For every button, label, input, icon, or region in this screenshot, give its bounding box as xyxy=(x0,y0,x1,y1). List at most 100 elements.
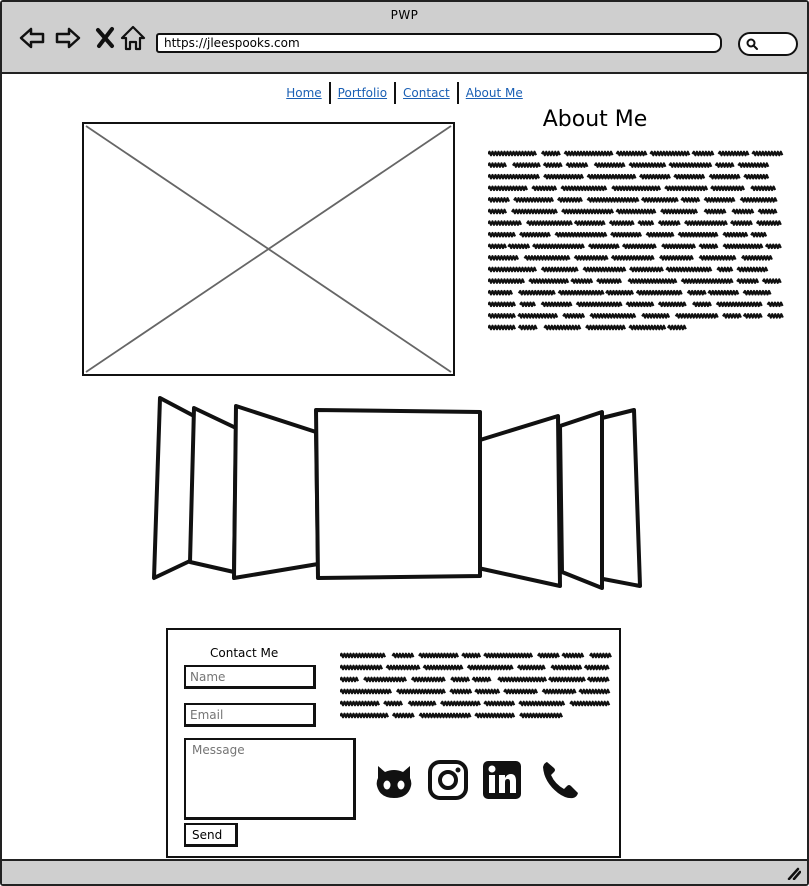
carousel-slide[interactable] xyxy=(232,404,320,580)
scribble-word xyxy=(661,243,697,250)
scribble-word xyxy=(518,231,551,238)
scribble-word xyxy=(391,652,415,659)
scribble-word xyxy=(573,255,609,261)
scribble-word xyxy=(750,185,777,192)
scribble-word xyxy=(645,231,675,238)
image-placeholder-icon xyxy=(85,125,452,373)
scribble-word xyxy=(589,313,637,319)
scribble-word xyxy=(488,197,511,203)
scribble-word xyxy=(547,676,586,683)
browser-toolbar: PWP https://jleespooks.com xyxy=(2,2,807,74)
scribble-word xyxy=(519,301,537,308)
scribble-word xyxy=(340,688,393,695)
scribble-word xyxy=(677,231,719,238)
linkedin-icon[interactable] xyxy=(480,758,524,802)
scribble-word xyxy=(703,208,727,215)
scribble-word xyxy=(707,289,740,296)
nav-link-about-me[interactable]: About Me xyxy=(459,83,530,103)
scribble-word xyxy=(556,197,583,203)
scribble-word xyxy=(641,313,671,319)
scribble-word xyxy=(588,652,612,659)
scribble-word xyxy=(488,162,508,168)
scribble-word xyxy=(422,664,464,671)
resize-grip-icon[interactable] xyxy=(785,866,801,880)
scribble-word xyxy=(474,712,516,719)
scribble-word xyxy=(621,243,657,250)
carousel-slide[interactable] xyxy=(558,410,604,590)
scribble-word xyxy=(395,688,446,695)
scribble-word xyxy=(525,220,573,226)
scribble-word xyxy=(611,185,662,192)
close-icon[interactable] xyxy=(92,24,120,52)
scribble-word xyxy=(573,220,606,226)
browser-search-box[interactable] xyxy=(738,32,798,56)
url-bar[interactable]: https://jleespooks.com xyxy=(156,33,722,53)
instagram-icon[interactable] xyxy=(426,758,470,802)
scribble-word xyxy=(703,197,736,203)
phone-icon[interactable] xyxy=(538,758,582,802)
scribble-word xyxy=(691,150,715,157)
scribble-word xyxy=(536,652,560,659)
scribble-word xyxy=(751,150,784,157)
message-field[interactable] xyxy=(184,738,356,820)
about-text-placeholder xyxy=(488,150,784,331)
scribble-word xyxy=(755,220,782,226)
scribble-word xyxy=(516,664,546,671)
scribble-word xyxy=(666,324,687,331)
scribble-word xyxy=(488,313,517,319)
send-button[interactable]: Send xyxy=(184,823,238,847)
scribble-word xyxy=(540,301,573,308)
about-heading: About Me xyxy=(542,107,648,132)
scribble-word xyxy=(736,266,769,273)
nav-link-portfolio[interactable]: Portfolio xyxy=(331,83,394,103)
scribble-word xyxy=(578,688,611,695)
scribble-word xyxy=(488,243,508,250)
scribble-word xyxy=(668,162,713,168)
name-field[interactable] xyxy=(184,665,316,689)
scribble-word xyxy=(766,313,784,319)
scribble-word xyxy=(507,243,531,250)
scribble-word xyxy=(742,313,763,319)
scribble-word xyxy=(729,220,753,226)
scribble-word xyxy=(385,664,421,671)
portfolio-carousel[interactable] xyxy=(142,390,652,590)
scribble-word xyxy=(554,231,608,238)
scribble-word xyxy=(488,220,523,226)
window-title: PWP xyxy=(390,8,419,22)
scribble-word xyxy=(488,278,526,284)
email-field[interactable] xyxy=(184,703,316,727)
nav-link-contact[interactable]: Contact xyxy=(396,83,457,103)
carousel-slide-active[interactable] xyxy=(314,408,482,580)
carousel-slide[interactable] xyxy=(476,414,562,588)
scribble-word xyxy=(722,231,749,238)
github-icon[interactable] xyxy=(372,758,416,802)
scribble-word xyxy=(698,255,737,261)
scribble-word xyxy=(488,173,541,180)
scribble-word xyxy=(497,676,548,683)
scribble-word xyxy=(610,255,655,261)
home-icon[interactable] xyxy=(119,24,147,52)
scribble-word xyxy=(531,243,585,250)
scribble-word xyxy=(628,162,667,168)
scribble-word xyxy=(761,278,782,284)
nav-link-home[interactable]: Home xyxy=(279,83,328,103)
forward-arrow-icon[interactable] xyxy=(54,24,82,52)
scribble-word xyxy=(715,301,763,308)
scribble-word xyxy=(488,266,538,273)
scribble-word xyxy=(513,197,555,203)
profile-image-placeholder xyxy=(82,122,455,376)
scribble-word xyxy=(540,150,561,157)
scribble-word xyxy=(737,162,770,168)
scribble-word xyxy=(757,208,778,215)
scribble-word xyxy=(569,700,611,707)
scribble-word xyxy=(340,676,360,683)
scribble-word xyxy=(542,162,563,168)
scribble-word xyxy=(383,700,404,707)
back-arrow-icon[interactable] xyxy=(18,24,46,52)
carousel-slide[interactable] xyxy=(188,406,238,574)
carousel-slide[interactable] xyxy=(596,408,642,588)
scribble-word xyxy=(528,278,570,284)
scribble-word xyxy=(586,173,637,180)
scribble-word xyxy=(561,652,585,659)
carousel-slide[interactable] xyxy=(152,396,196,580)
